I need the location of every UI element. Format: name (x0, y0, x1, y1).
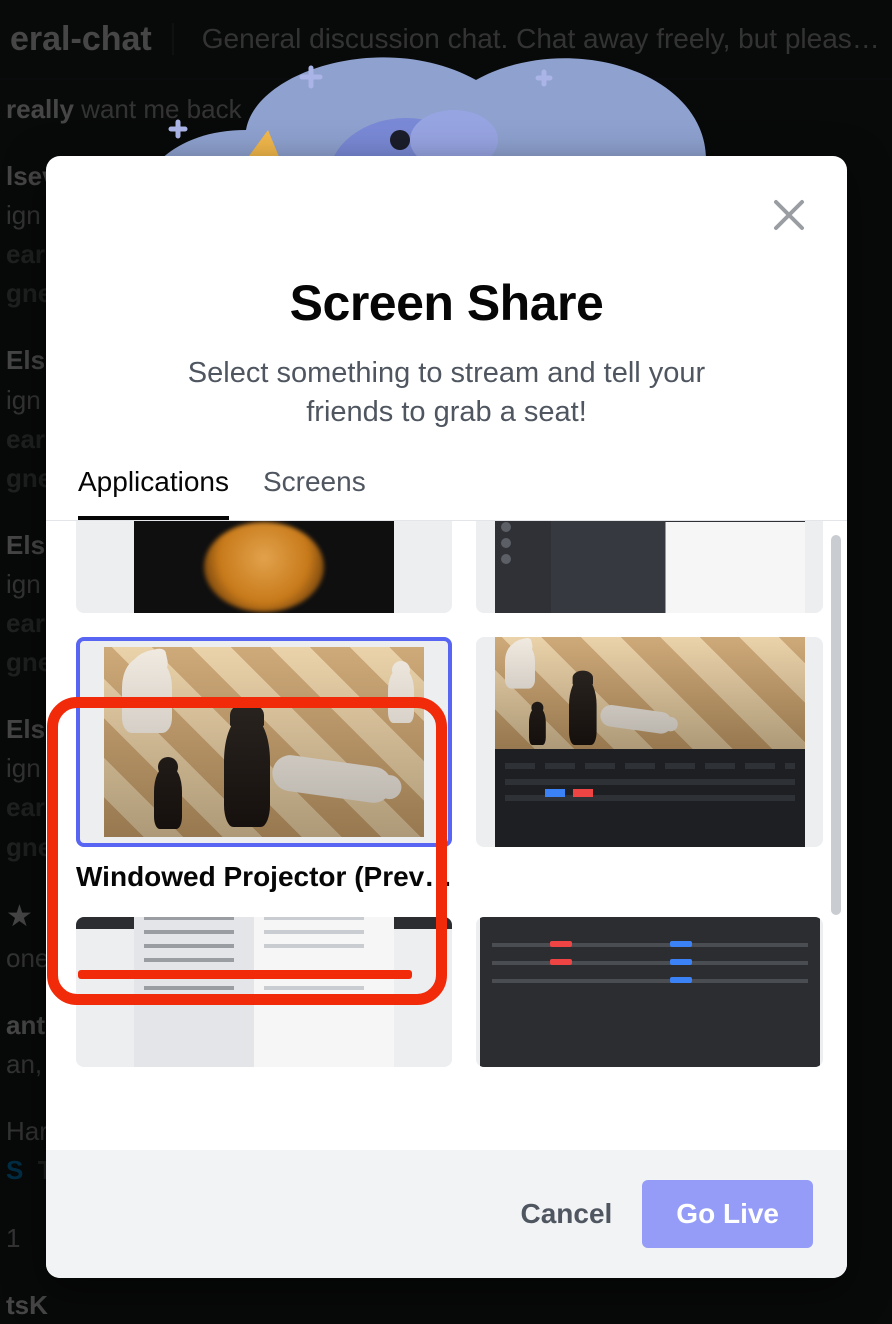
app-card[interactable] (476, 637, 823, 893)
app-card[interactable] (476, 521, 823, 613)
app-thumbnail (476, 521, 823, 613)
close-button[interactable] (767, 194, 811, 238)
scrollbar[interactable] (831, 535, 841, 945)
modal-footer: Cancel Go Live (46, 1150, 847, 1278)
app-thumbnail (76, 637, 452, 847)
app-label: Windowed Projector (Prev… (76, 861, 452, 893)
screen-share-modal: Screen Share Select something to stream … (46, 156, 847, 1278)
app-card-windowed-projector[interactable]: Windowed Projector (Prev… (76, 637, 452, 893)
go-live-button[interactable]: Go Live (642, 1180, 813, 1248)
modal-header: Screen Share Select something to stream … (46, 156, 847, 432)
app-thumbnail (76, 521, 452, 613)
app-thumbnail (476, 637, 823, 847)
app-card[interactable] (76, 917, 452, 1067)
app-card[interactable] (76, 521, 452, 613)
app-thumbnail (476, 917, 823, 1067)
modal-subtitle-line: friends to grab a seat! (106, 393, 787, 432)
tab-bar: Applications Screens (46, 432, 847, 521)
applications-list: Windowed Projector (Prev… (46, 521, 847, 1150)
app-card[interactable] (476, 917, 823, 1067)
modal-title: Screen Share (46, 274, 847, 332)
modal-subtitle-line: Select something to stream and tell your (106, 354, 787, 393)
scrollbar-thumb[interactable] (831, 535, 841, 915)
cancel-button[interactable]: Cancel (520, 1198, 612, 1230)
tab-screens[interactable]: Screens (263, 466, 366, 520)
modal-subtitle: Select something to stream and tell your… (46, 354, 847, 432)
app-thumbnail (76, 917, 452, 1067)
tab-applications[interactable]: Applications (78, 466, 229, 520)
close-icon (772, 198, 806, 235)
